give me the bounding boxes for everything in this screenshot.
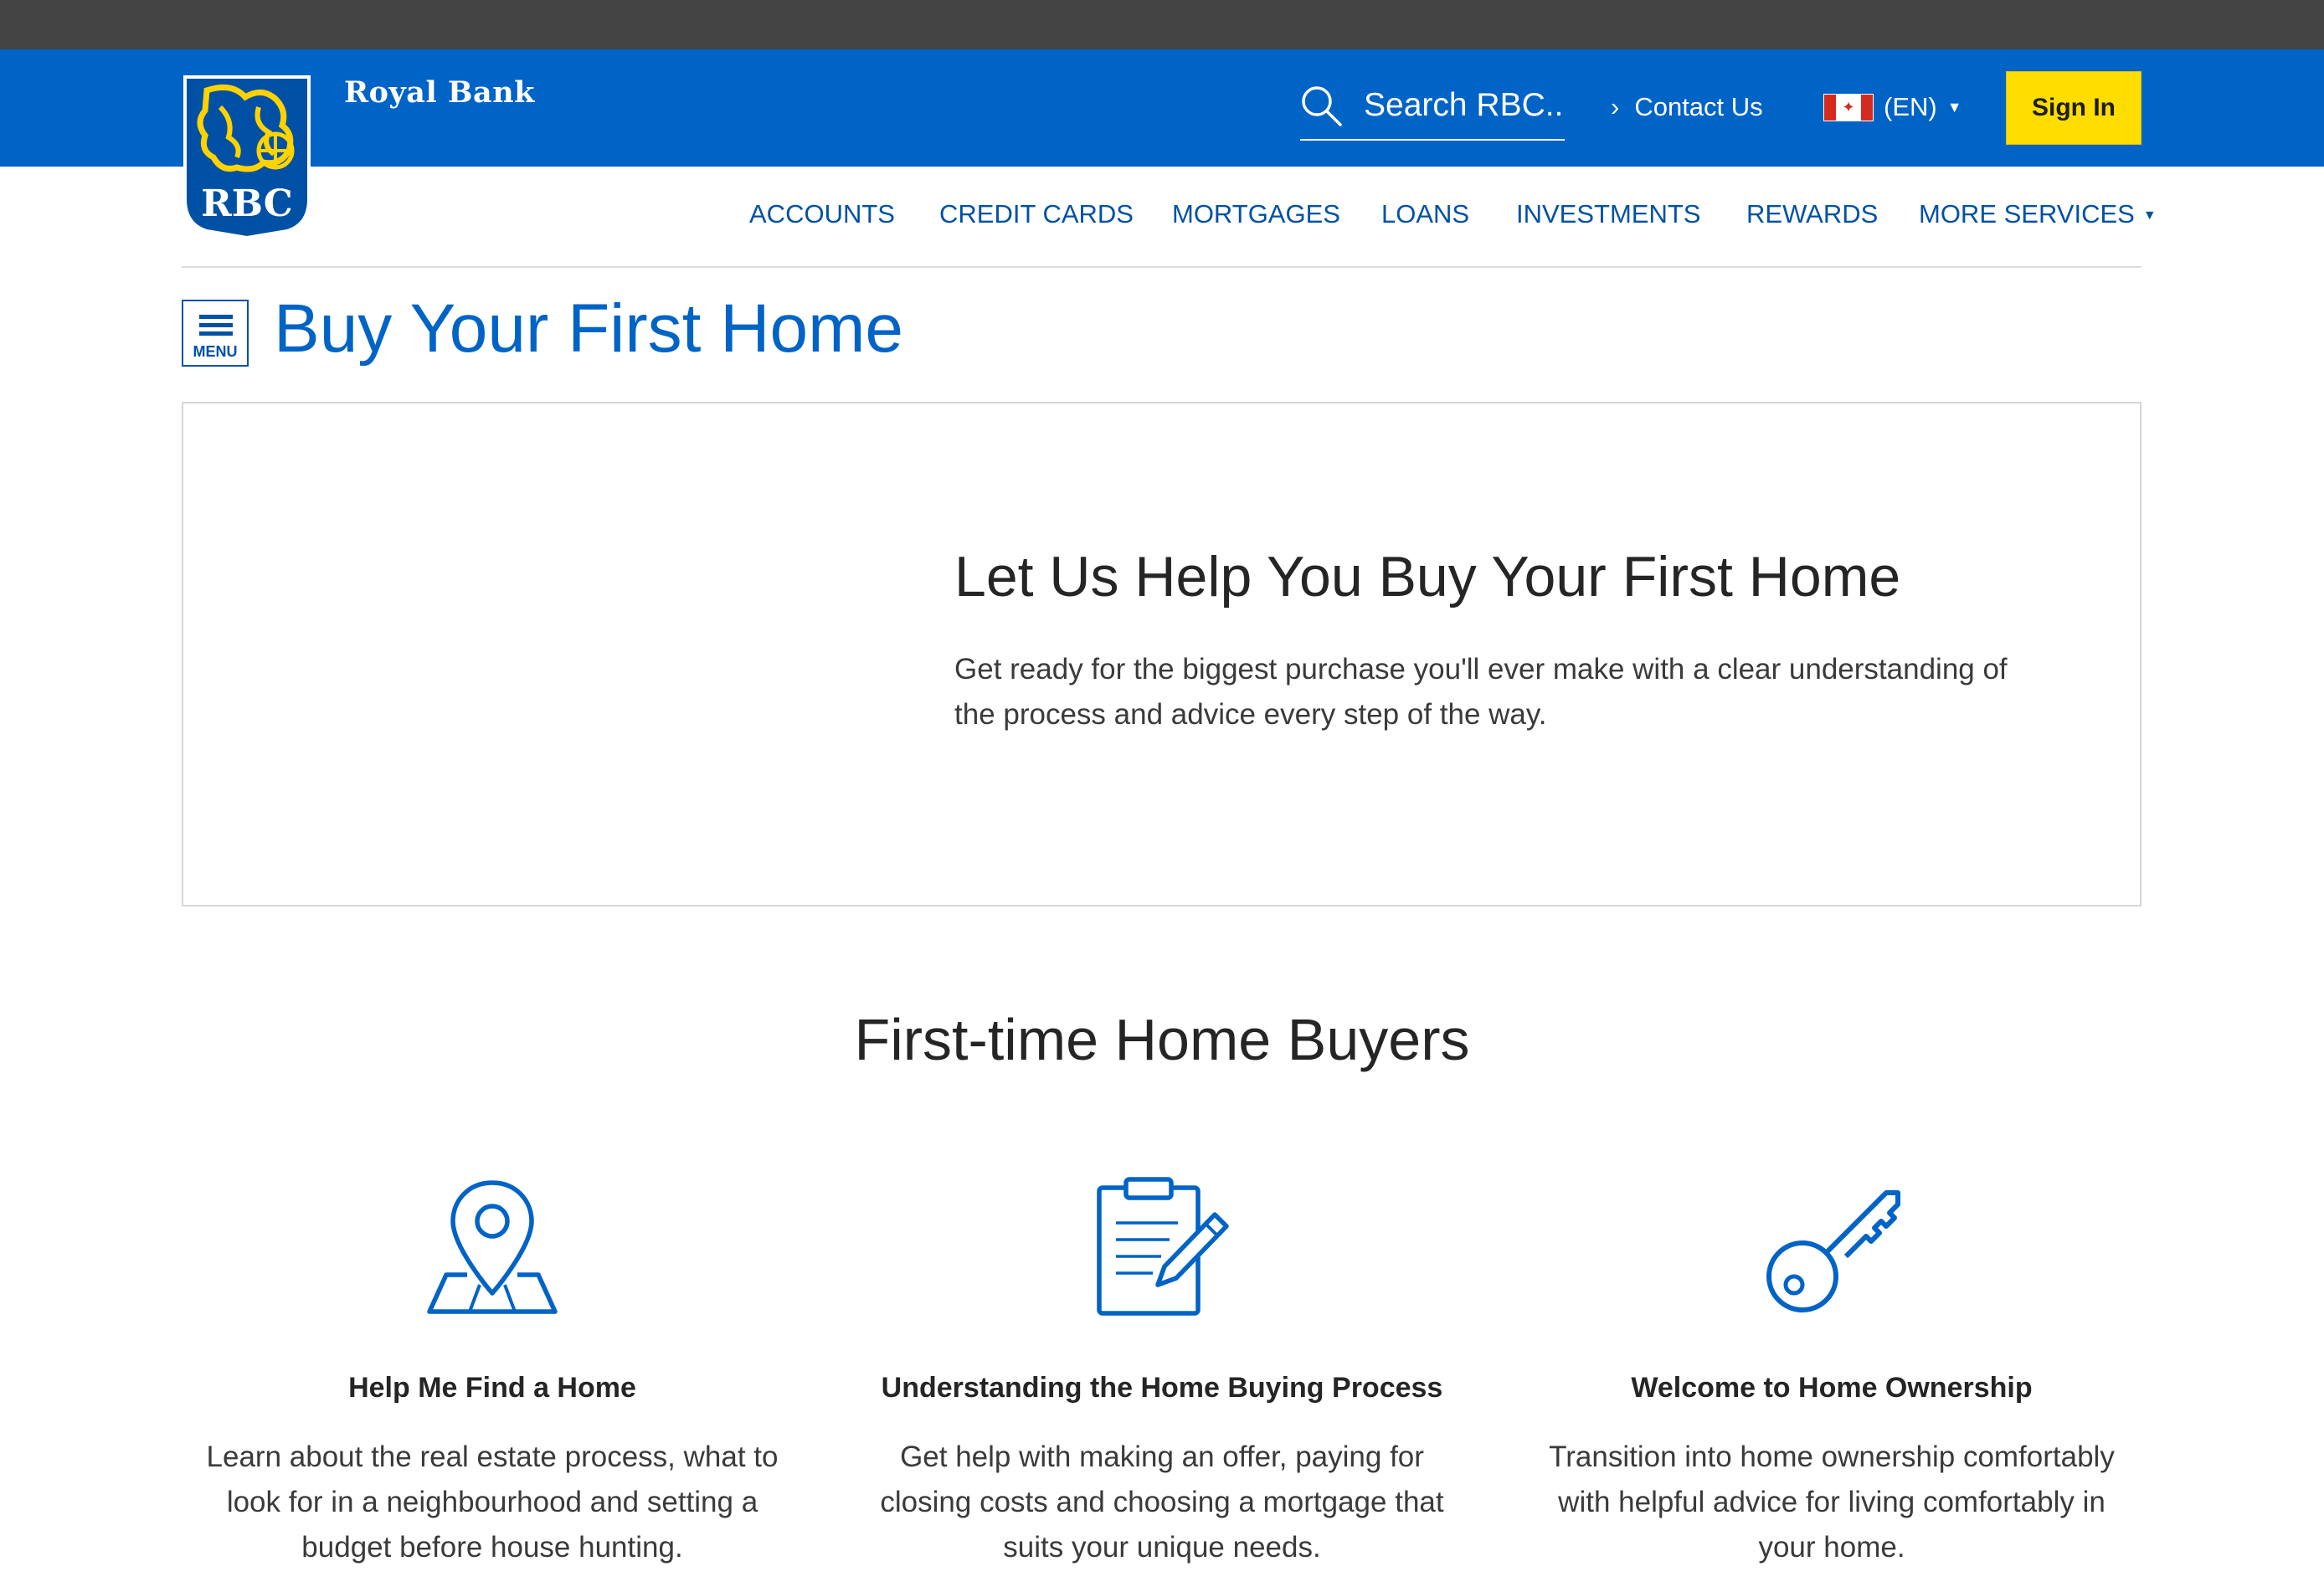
menu-label: MENU [193, 343, 238, 360]
search-box[interactable] [1300, 80, 1565, 141]
nav-item-mortgages[interactable]: MORTGAGES [1172, 199, 1340, 229]
feature-home-ownership: Welcome to Home Ownership Transition int… [1530, 1176, 2133, 1570]
feature-find-home: Help Me Find a Home Learn about the real… [191, 1176, 794, 1570]
more-services-label: MORE SERVICES [1919, 199, 2135, 229]
browser-top-bar [0, 0, 2324, 49]
canada-flag-icon: ✦ [1823, 93, 1874, 121]
feature-description: Transition into home ownership comfortab… [1549, 1441, 2115, 1564]
section-title: First-time Home Buyers [854, 1007, 1470, 1072]
nav-divider [182, 266, 2141, 268]
feature-description: Get help with making an offer, paying fo… [880, 1441, 1444, 1564]
page-title: Buy Your First Home [274, 290, 903, 367]
nav-item-more-services[interactable]: MORE SERVICES ▼ [1919, 199, 2157, 229]
nav-item-accounts[interactable]: ACCOUNTS [749, 199, 895, 229]
language-selector[interactable]: ✦ (EN) ▼ [1823, 92, 1962, 122]
contact-us-link[interactable]: › Contact Us [1611, 92, 1763, 122]
hamburger-icon [199, 315, 233, 340]
feature-title[interactable]: Understanding the Home Buying Process [861, 1372, 1463, 1405]
caret-down-icon: ▼ [2142, 208, 2157, 223]
hero-heading: Let Us Help You Buy Your First Home [954, 545, 1901, 609]
menu-button[interactable]: MENU [182, 300, 249, 367]
hero-text: Get ready for the biggest purchase you'l… [954, 653, 2008, 731]
main-nav: ACCOUNTS CREDIT CARDS MORTGAGES LOANS IN… [0, 199, 2324, 233]
clipboard-pen-icon[interactable] [1091, 1176, 1233, 1318]
sign-in-button[interactable]: Sign In [2006, 71, 2141, 145]
caret-down-icon: ▼ [1946, 98, 1962, 116]
search-icon[interactable] [1300, 85, 1344, 128]
language-label: (EN) [1884, 92, 1937, 121]
contact-us-label: Contact Us [1634, 92, 1763, 121]
feature-buying-process: Understanding the Home Buying Process Ge… [861, 1176, 1463, 1570]
nav-item-loans[interactable]: LOANS [1381, 199, 1469, 229]
nav-item-credit-cards[interactable]: CREDIT CARDS [939, 199, 1134, 229]
feature-title[interactable]: Welcome to Home Ownership [1530, 1372, 2133, 1405]
brand-name: Royal Bank [344, 75, 535, 110]
feature-title[interactable]: Help Me Find a Home [191, 1372, 794, 1405]
nav-item-rewards[interactable]: REWARDS [1746, 199, 1878, 229]
search-input[interactable] [1364, 82, 1561, 129]
nav-item-investments[interactable]: INVESTMENTS [1516, 199, 1700, 229]
map-pin-icon[interactable] [421, 1176, 563, 1318]
chevron-right-icon: › [1611, 92, 1620, 121]
key-icon[interactable] [1761, 1176, 1903, 1318]
feature-description: Learn about the real estate process, wha… [206, 1441, 779, 1564]
